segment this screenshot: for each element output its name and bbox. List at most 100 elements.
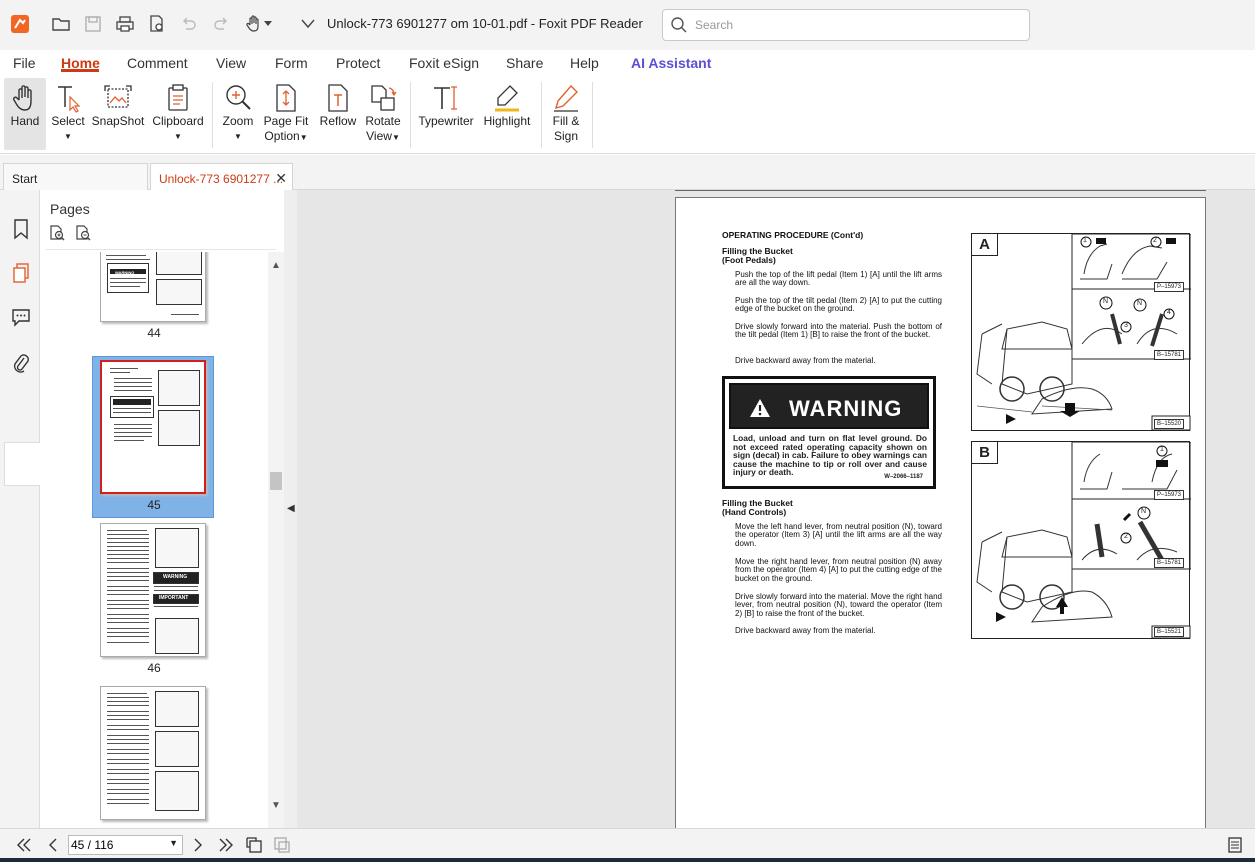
scroll-up-icon[interactable]: ▲ xyxy=(271,260,281,271)
print-icon[interactable] xyxy=(114,13,136,35)
page-number-input[interactable] xyxy=(71,838,161,852)
menu-form[interactable]: Form xyxy=(275,55,308,71)
callout-number: 1 xyxy=(1160,446,1164,453)
open-folder-icon[interactable] xyxy=(50,13,72,35)
scrollbar-thumb[interactable] xyxy=(270,472,282,490)
comments-icon[interactable] xyxy=(8,304,34,330)
thumbnail-important-label: IMPORTANT xyxy=(159,595,189,601)
rotate-dropdown-icon[interactable]: ▼ xyxy=(392,133,400,142)
thumbnail-page-number: 45 xyxy=(147,498,161,512)
menu-view[interactable]: View xyxy=(216,55,246,71)
redo-icon[interactable] xyxy=(210,13,232,35)
reflow-button[interactable]: Reflow xyxy=(316,78,360,150)
warning-header: WARNING xyxy=(729,383,929,429)
last-page-icon[interactable] xyxy=(216,835,236,855)
menu-file[interactable]: File xyxy=(13,55,36,71)
single-page-view-icon[interactable] xyxy=(1225,835,1245,855)
clipboard-label: Clipboard xyxy=(152,114,204,128)
collapse-panel-icon[interactable]: ◀ xyxy=(287,503,295,514)
customize-toolbar-icon[interactable] xyxy=(297,13,319,35)
page-fit-dropdown-icon[interactable]: ▼ xyxy=(300,133,308,142)
panel-collapse-strip[interactable]: ◀ xyxy=(284,190,297,828)
thumbnail-list: WARNING 44 45 WARNING IMPORTANT 46 xyxy=(40,252,268,828)
tab-document[interactable]: Unlock-773 6901277 ... ✕ xyxy=(150,163,293,190)
callout-number: 1 xyxy=(1083,237,1087,244)
menu-help[interactable]: Help xyxy=(570,55,599,71)
figure-code: B–15520 xyxy=(1154,419,1185,429)
rotate-view-button[interactable]: Rotate View▼ xyxy=(362,78,404,150)
foxit-logo-icon[interactable] xyxy=(9,13,31,35)
menu-foxit-esign[interactable]: Foxit eSign xyxy=(409,55,479,71)
document-tab-bar: Start Unlock-773 6901277 ... ✕ xyxy=(0,155,1255,190)
page-thumbnail[interactable] xyxy=(100,686,206,820)
first-page-icon[interactable] xyxy=(14,835,34,855)
undo-icon[interactable] xyxy=(178,13,200,35)
menu-ai-assistant[interactable]: AI Assistant xyxy=(631,55,711,71)
search-box[interactable] xyxy=(662,9,1030,41)
figure-b: B P–15973 B–15781 B–15521 1 2 N xyxy=(971,441,1191,639)
page-thumbnail[interactable]: WARNING xyxy=(100,252,206,322)
previous-view-icon[interactable] xyxy=(244,835,264,855)
thumbnail-scrollbar[interactable]: ▲ ▼ xyxy=(268,252,284,828)
figure-letter: B xyxy=(972,442,998,464)
save-icon[interactable] xyxy=(82,13,104,35)
highlight-button[interactable]: Highlight xyxy=(480,78,534,150)
section-subtitle-line: (Hand Controls) xyxy=(722,506,787,517)
paragraph: Drive slowly forward into the material. … xyxy=(735,322,942,340)
attachment-icon[interactable] xyxy=(8,350,34,376)
pages-thumbnails-icon[interactable] xyxy=(8,260,34,286)
title-bar: Unlock-773 6901277 om 10-01.pdf - Foxit … xyxy=(0,0,1255,50)
figure-code: B–15781 xyxy=(1154,558,1185,568)
zoom-icon xyxy=(220,82,256,114)
paragraph: Drive backward away from the material. xyxy=(735,626,876,635)
zoom-in-thumbnail-icon[interactable] xyxy=(48,224,66,247)
page-number-field[interactable]: ▼ xyxy=(68,835,183,855)
figure-code: P–15973 xyxy=(1154,490,1185,500)
scroll-down-icon[interactable]: ▼ xyxy=(271,800,281,811)
zoom-out-thumbnail-icon[interactable] xyxy=(74,224,92,247)
search-icon xyxy=(670,16,688,39)
search-input[interactable] xyxy=(695,16,1015,34)
tab-document-label: Unlock-773 6901277 ... xyxy=(159,172,284,186)
tab-start[interactable]: Start xyxy=(3,163,148,190)
print-preview-icon[interactable] xyxy=(146,13,168,35)
close-tab-icon[interactable]: ✕ xyxy=(275,170,287,187)
zoom-dropdown-icon[interactable]: ▼ xyxy=(220,129,256,144)
menu-protect[interactable]: Protect xyxy=(336,55,380,71)
callout-number: N xyxy=(1103,298,1109,305)
zoom-label: Zoom xyxy=(222,114,254,128)
paragraph: Drive backward away from the material. xyxy=(735,356,876,365)
previous-page-icon[interactable] xyxy=(43,835,63,855)
menu-comment[interactable]: Comment xyxy=(127,55,188,71)
paragraph: Push the top of the tilt pedal (Item 2) … xyxy=(735,296,942,314)
hand-button[interactable]: Hand xyxy=(4,78,46,150)
highlight-icon xyxy=(480,82,534,114)
menu-share[interactable]: Share xyxy=(506,55,543,71)
zoom-button[interactable]: Zoom ▼ xyxy=(220,78,256,150)
typewriter-button[interactable]: Typewriter xyxy=(416,78,476,150)
clipboard-button[interactable]: Clipboard ▼ xyxy=(150,78,206,150)
page-thumbnail-selected[interactable] xyxy=(100,360,206,494)
callout-number: 3 xyxy=(1124,322,1128,329)
fill-sign-button[interactable]: Fill & Sign xyxy=(546,78,586,150)
figure-a: A P–15973 B–15781 B–15520 1 2 N 3 N 4 xyxy=(971,233,1191,431)
next-page-icon[interactable] xyxy=(188,835,208,855)
page-fit-option-label: Option xyxy=(264,129,300,143)
section-title: Filling the Bucket (Foot Pedals) xyxy=(722,247,793,264)
page-fit-option-button[interactable]: Page Fit Option▼ xyxy=(262,78,310,150)
chevron-down-icon[interactable] xyxy=(262,13,274,35)
section-subtitle-line: (Foot Pedals) xyxy=(722,254,776,265)
page-fit-label: Page Fit xyxy=(263,114,309,128)
next-view-icon[interactable] xyxy=(272,835,292,855)
ribbon-divider xyxy=(410,82,411,148)
rotate-label: Rotate xyxy=(365,114,401,128)
select-dropdown-icon[interactable]: ▼ xyxy=(50,129,86,144)
clipboard-dropdown-icon[interactable]: ▼ xyxy=(150,129,206,144)
page-dropdown-icon[interactable]: ▼ xyxy=(169,838,178,848)
snapshot-button[interactable]: SnapShot xyxy=(90,78,146,150)
select-button[interactable]: Select ▼ xyxy=(50,78,86,150)
bookmark-icon[interactable] xyxy=(8,216,34,242)
page-thumbnail[interactable]: WARNING IMPORTANT xyxy=(100,523,206,657)
thumbnail-warning-label: WARNING xyxy=(115,270,135,275)
pdf-page[interactable]: OPERATING PROCEDURE (Cont'd) Filling the… xyxy=(675,197,1206,837)
